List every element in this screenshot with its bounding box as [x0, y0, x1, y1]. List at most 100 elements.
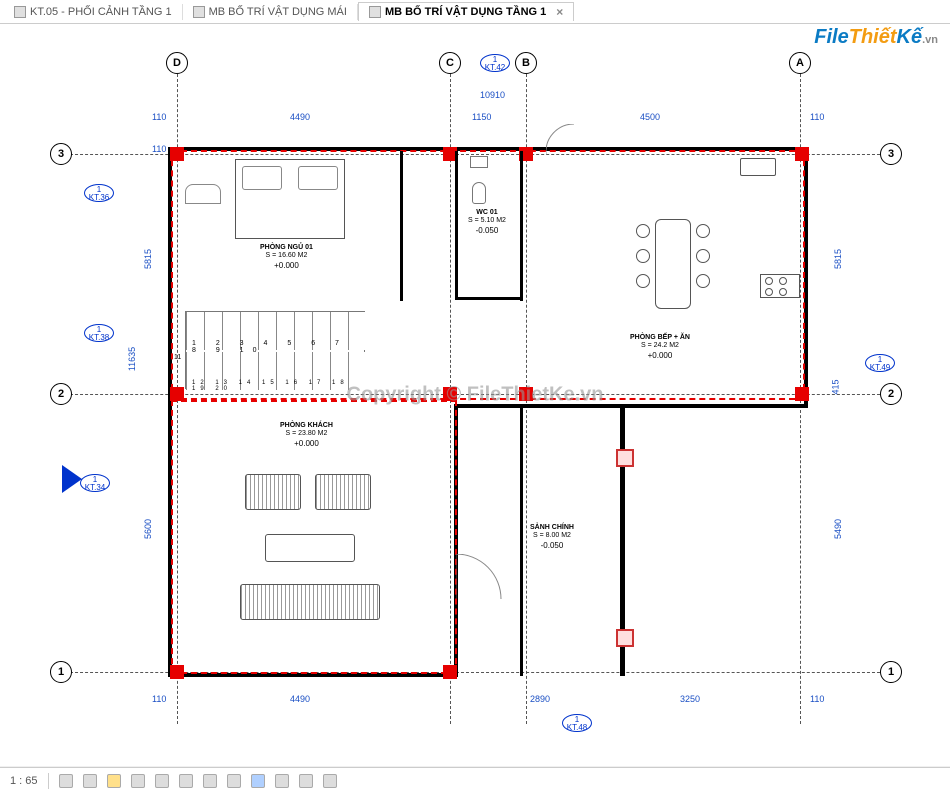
wall-wc-e [520, 151, 523, 301]
drawing-canvas[interactable]: FileThiếtKế.vn Copyright © FileThietKe.v… [0, 24, 950, 766]
grid-bubble-1r: 1 [880, 661, 902, 683]
status-bar: 1 : 65 [0, 767, 950, 793]
column [443, 387, 457, 401]
chair [696, 274, 710, 288]
tab-mb-tang1[interactable]: MB BỐ TRÍ VẬT DỤNG TẦNG 1 × [358, 2, 574, 21]
scale-display[interactable]: 1 : 65 [10, 775, 38, 787]
sheet-icon [193, 6, 205, 18]
grid-bubble-d: D [166, 52, 188, 74]
shadows-icon[interactable] [131, 774, 145, 788]
dim-bot-1: 4490 [290, 694, 310, 704]
wall-wc-w [455, 151, 458, 299]
sheet-icon [14, 6, 26, 18]
dim-bot-3: 3250 [680, 694, 700, 704]
sofa-1 [245, 474, 301, 510]
dim-110e: 110 [152, 694, 166, 704]
dim-110f: 110 [810, 694, 824, 704]
watermark-logo: FileThiếtKế.vn [814, 26, 938, 49]
dining-table [655, 219, 691, 309]
close-icon[interactable]: × [556, 5, 563, 19]
chair [636, 224, 650, 238]
bed [235, 159, 345, 239]
floor-plan: D C B A 3 2 1 3 2 1 1KT.34 1KT.36 1KT.38… [60, 54, 890, 734]
dim-left-3: 5600 [143, 519, 153, 539]
display-icon[interactable] [83, 774, 97, 788]
dim-110b: 110 [810, 112, 824, 122]
dim-top-3: 4500 [640, 112, 660, 122]
view-tabs: KT.05 - PHỐI CẢNH TẦNG 1 MB BỐ TRÍ VẬT D… [0, 0, 950, 24]
dim-right-3: 5490 [833, 519, 843, 539]
dim-right-2: 415 [831, 379, 841, 394]
grid-bubble-1l: 1 [50, 661, 72, 683]
pillar-1 [616, 449, 634, 467]
section-label-kt48: 1KT.48 [562, 714, 592, 732]
pillar-2 [616, 629, 634, 647]
dim-top-total: 10910 [480, 90, 505, 100]
show-crop-icon[interactable] [203, 774, 217, 788]
sofa-2 [315, 474, 371, 510]
column [443, 665, 457, 679]
room-label-bedroom: PHÒNG NGỦ 01 S = 16.60 M2 +0.000 [260, 244, 313, 270]
room-label-kitchen: PHÒNG BẾP + ĂN S = 24.2 M2 +0.000 [630, 334, 690, 360]
reveal-icon[interactable] [275, 774, 289, 788]
grid-bubble-2r: 2 [880, 383, 902, 405]
dim-bot-2: 2890 [530, 694, 550, 704]
temp-hide-icon[interactable] [251, 774, 265, 788]
chair [636, 249, 650, 263]
constraints-icon[interactable] [299, 774, 313, 788]
dim-right-1: 5815 [833, 249, 843, 269]
column [795, 147, 809, 161]
chair [696, 224, 710, 238]
wall-bedroom-e [400, 151, 403, 301]
tab-label: KT.05 - PHỐI CẢNH TẦNG 1 [30, 6, 172, 18]
staircase: 1 2 3 4 5 6 7 8 9 10 11 12 13 14 15 16 1… [185, 311, 365, 389]
dim-110c: 110 [152, 144, 166, 154]
section-marker-kt34 [62, 465, 82, 493]
tab-label: MB BỐ TRÍ VẬT DỤNG TẦNG 1 [385, 6, 546, 18]
column [519, 387, 533, 401]
lock-icon[interactable] [227, 774, 241, 788]
dim-left-1: 5815 [143, 249, 153, 269]
door-hall [456, 554, 506, 604]
wc-sink [470, 156, 488, 168]
desk-chair [185, 184, 221, 204]
grid-bubble-3l: 3 [50, 143, 72, 165]
grid-bubble-b: B [515, 52, 537, 74]
room-label-hall: SẢNH CHÍNH S = 8.00 M2 -0.050 [530, 524, 574, 550]
column [170, 147, 184, 161]
hall-wall-w [520, 408, 523, 676]
section-label-kt34: 1KT.34 [80, 474, 110, 492]
toilet [472, 182, 486, 204]
model-graphics-icon[interactable] [59, 774, 73, 788]
rendering-icon[interactable] [155, 774, 169, 788]
grid-bubble-3r: 3 [880, 143, 902, 165]
door-main [546, 124, 594, 156]
grid-bubble-c: C [439, 52, 461, 74]
column [170, 387, 184, 401]
room-label-living: PHÒNG KHÁCH S = 23.80 M2 +0.000 [280, 422, 333, 448]
section-label-kt42: 1KT.42 [480, 54, 510, 72]
wall-mid-h [454, 404, 808, 408]
coffee-table [265, 534, 355, 562]
tab-mb-mai[interactable]: MB BỐ TRÍ VẬT DỤNG MÁI [183, 4, 358, 20]
sofa-3 [240, 584, 380, 620]
tab-kt05[interactable]: KT.05 - PHỐI CẢNH TẦNG 1 [4, 4, 183, 20]
grid-bubble-a: A [789, 52, 811, 74]
crop-icon[interactable] [179, 774, 193, 788]
column [170, 665, 184, 679]
sun-path-icon[interactable] [107, 774, 121, 788]
kitchen-sink [740, 158, 776, 176]
grid-bubble-2l: 2 [50, 383, 72, 405]
dim-left-total: 11635 [127, 347, 137, 371]
dim-top-1: 4490 [290, 112, 310, 122]
section-label-kt49: 1KT.49 [865, 354, 895, 372]
dim-110a: 110 [152, 112, 166, 122]
analytical-icon[interactable] [323, 774, 337, 788]
section-label-kt36: 1KT.36 [84, 184, 114, 202]
section-label-kt38: 1KT.38 [84, 324, 114, 342]
chair [636, 274, 650, 288]
sheet-icon [369, 6, 381, 18]
room-label-wc: WC 01 S = 5.10 M2 -0.050 [468, 209, 506, 235]
dim-top-2: 1150 [472, 112, 491, 122]
wall-wc-s [455, 297, 523, 300]
